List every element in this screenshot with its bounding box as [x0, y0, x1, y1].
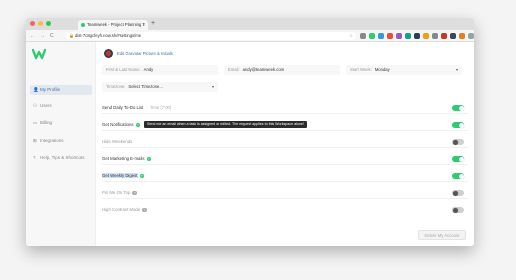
back-button[interactable]: ← — [30, 30, 35, 42]
setting-label: Hide Weekends — [102, 139, 133, 144]
minimize-window-button[interactable] — [38, 21, 43, 26]
browser-tab[interactable]: Teamweek - Project Planning T × — [78, 20, 148, 30]
extension-icon[interactable] — [360, 33, 366, 39]
weekly-digest-toggle[interactable] — [452, 173, 464, 179]
extension-icon[interactable] — [396, 33, 402, 39]
hide-weekends-toggle[interactable] — [452, 139, 464, 145]
high-contrast-toggle[interactable] — [452, 207, 464, 213]
reload-button[interactable]: C — [50, 30, 54, 42]
extension-icon[interactable] — [423, 33, 429, 39]
email-field[interactable]: Email: andy@teamweek.com — [224, 65, 340, 75]
start-week-label: Start Week: — [350, 67, 372, 72]
avatar[interactable] — [104, 49, 113, 58]
billing-icon: ▭ — [33, 120, 38, 125]
marketing-emails-toggle[interactable] — [452, 156, 464, 162]
url-input[interactable]: 🔒 dist-7c8gcfeyh.now.sh/#settings/me ☆ — [66, 32, 356, 40]
setting-row-marketing-emails: Get Marketing E-mails? — [102, 153, 468, 165]
sidebar-item-label: Integrations — [40, 138, 64, 143]
name-field-label: First & Last Name: — [106, 67, 141, 72]
timezone-value: Select Timezone... — [128, 84, 163, 89]
forward-button[interactable]: → — [40, 30, 45, 42]
setting-label: Send Daily To-Do List — [102, 105, 144, 110]
extension-icon[interactable] — [405, 33, 411, 39]
help-icon: ? — [33, 155, 36, 160]
setting-row-daily-todo: Send Daily To-Do List Time (7:00) — [102, 102, 468, 114]
setting-row-weekly-digest: Get Weekly Digest? — [102, 170, 468, 182]
info-icon[interactable]: ? — [146, 156, 152, 162]
chevron-down-icon: ▾ — [211, 84, 214, 89]
sidebar-item-billing[interactable]: ▭ Billing — [30, 118, 92, 128]
info-icon[interactable]: ? — [142, 207, 147, 213]
extension-icon[interactable] — [414, 33, 420, 39]
sidebar-item-label: My Profile — [40, 87, 61, 92]
bookmark-star-icon[interactable]: ☆ — [349, 32, 353, 40]
edit-picture-link[interactable]: Edit Gravatar Picture & Initials — [117, 51, 173, 56]
chevron-down-icon: ▾ — [455, 67, 458, 72]
lock-icon: 🔒 — [69, 33, 74, 38]
setting-row-high-contrast: High Contrast Mode? — [102, 204, 468, 216]
extension-icon[interactable] — [378, 33, 384, 39]
setting-label: Pin Me On Top? — [102, 190, 137, 196]
sidebar: 👤 My Profile ⚇ Users ▭ Billing ⊞ Integra… — [26, 42, 96, 246]
notifications-toggle[interactable] — [452, 122, 464, 128]
sidebar-item-label: Help, Tips & Shortcuts — [40, 155, 85, 160]
integrations-icon: ⊞ — [33, 138, 37, 143]
url-text: dist-7c8gcfeyh.now.sh/#settings/me — [75, 33, 142, 38]
close-window-button[interactable] — [30, 21, 35, 26]
teamweek-favicon-icon — [81, 23, 85, 27]
notifications-tooltip: Send me an email when a task is assigned… — [144, 121, 307, 128]
name-field[interactable]: First & Last Name: Andy — [102, 65, 218, 75]
setting-label: Get Notifications? — [102, 122, 141, 128]
start-week-value: Monday — [374, 67, 390, 72]
tab-close-icon[interactable]: × — [143, 20, 145, 30]
extension-icon[interactable] — [441, 33, 447, 39]
extension-icon[interactable] — [468, 33, 474, 39]
start-week-select[interactable]: Start Week: Monday ▾ — [346, 65, 462, 75]
email-field-label: Email: — [228, 67, 240, 72]
timezone-select[interactable]: Timezone: Select Timezone... ▾ — [102, 82, 218, 92]
extension-icon[interactable] — [369, 33, 375, 39]
address-bar: ← → C 🔒 dist-7c8gcfeyh.now.sh/#settings/… — [26, 30, 474, 42]
time-select[interactable]: Time (7:00) — [150, 102, 171, 114]
sidebar-item-my-profile[interactable]: 👤 My Profile — [30, 85, 92, 95]
setting-row-notifications: Get Notifications? Send me an email when… — [102, 119, 468, 131]
nav-buttons: ← → C — [30, 30, 54, 42]
pin-on-top-toggle[interactable] — [452, 190, 464, 196]
sidebar-item-integrations[interactable]: ⊞ Integrations — [30, 136, 92, 146]
setting-label: Get Weekly Digest? — [102, 173, 145, 179]
extension-icons — [360, 33, 474, 39]
settings-main: Edit Gravatar Picture & Initials First &… — [96, 42, 474, 246]
extension-icon[interactable] — [450, 33, 456, 39]
sidebar-item-users[interactable]: ⚇ Users — [30, 101, 92, 111]
tab-bar: Teamweek - Project Planning T × + — [26, 18, 474, 30]
user-icon: 👤 — [33, 87, 39, 92]
extension-icon[interactable] — [459, 33, 465, 39]
setting-row-hide-weekends: Hide Weekends — [102, 136, 468, 148]
delete-account-button[interactable]: Delete My Account — [418, 230, 466, 240]
tab-title: Teamweek - Project Planning T — [87, 22, 145, 27]
new-tab-button[interactable]: + — [151, 18, 155, 30]
extension-icon[interactable] — [432, 33, 438, 39]
extension-icon[interactable] — [387, 33, 393, 39]
sidebar-item-help[interactable]: ? Help, Tips & Shortcuts — [30, 153, 92, 163]
setting-label: Get Marketing E-mails? — [102, 156, 152, 162]
teamweek-logo-icon[interactable] — [32, 48, 46, 60]
sidebar-item-label: Users — [40, 103, 52, 108]
browser-window: Teamweek - Project Planning T × + ← → C … — [26, 18, 474, 246]
sidebar-item-label: Billing — [40, 120, 53, 125]
users-icon: ⚇ — [33, 103, 38, 108]
setting-row-pin-on-top: Pin Me On Top? — [102, 187, 468, 199]
setting-label: High Contrast Mode? — [102, 207, 147, 213]
maximize-window-button[interactable] — [46, 21, 51, 26]
daily-todo-toggle[interactable] — [452, 105, 464, 111]
email-field-value: andy@teamweek.com — [242, 67, 285, 72]
info-icon[interactable]: ? — [132, 190, 137, 196]
info-icon[interactable]: ? — [139, 173, 145, 179]
window-controls — [30, 21, 51, 26]
name-field-value: Andy — [143, 67, 154, 72]
timezone-label: Timezone: — [106, 84, 126, 89]
info-icon[interactable]: ? — [135, 122, 141, 128]
